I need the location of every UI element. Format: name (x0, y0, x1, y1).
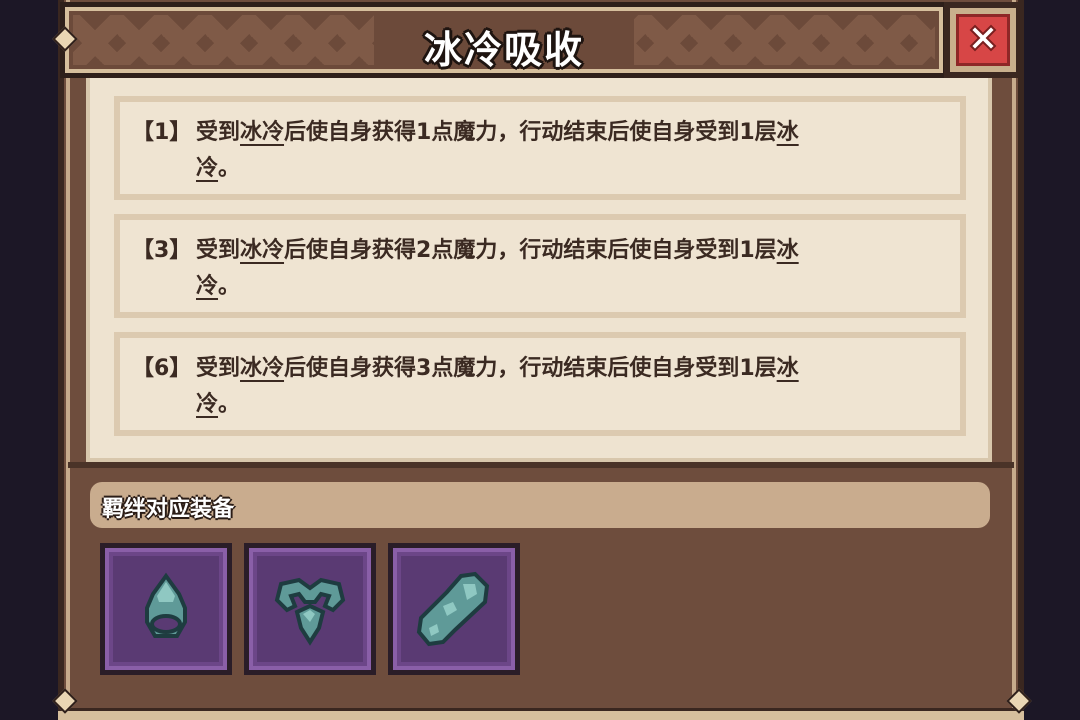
keyword-link[interactable]: 冰 (777, 238, 799, 263)
keyword-link[interactable]: 冰冷 (240, 120, 284, 145)
title-bar: 冰冷吸收 (60, 2, 948, 78)
equipment-slot-2[interactable] (244, 543, 376, 675)
effect-card-3: 【3】 受到冰冷后使自身获得2点魔力，行动结束后使自身受到1层冰 冷。 (114, 214, 966, 318)
equipment-slot-3[interactable] (388, 543, 520, 675)
keyword-link[interactable]: 冷 (196, 156, 218, 181)
keyword-link[interactable]: 冰 (777, 120, 799, 145)
keyword-link[interactable]: 冰冷 (240, 356, 284, 381)
close-button[interactable] (944, 2, 1022, 78)
keyword-link[interactable]: 冷 (196, 274, 218, 299)
effect-tier-tag: 【6】 (132, 356, 192, 381)
equipment-slot-1[interactable] (100, 543, 232, 675)
equipment-section-header: 羁绊对应装备 (90, 482, 990, 528)
keyword-link[interactable]: 冰 (777, 356, 799, 381)
effect-tier-tag: 【3】 (132, 238, 192, 263)
close-x-icon (966, 21, 1000, 59)
effect-line: 受到冰冷后使自身获得1点魔力，行动结束后使自身受到1层冰 (196, 120, 799, 145)
effect-card-1: 【1】 受到冰冷后使自身获得1点魔力，行动结束后使自身受到1层冰 冷。 (114, 96, 966, 200)
window-title: 冰冷吸收 (423, 28, 584, 72)
effect-line: 受到冰冷后使自身获得2点魔力，行动结束后使自身受到1层冰 (196, 238, 799, 263)
effect-line: 冷。 (196, 392, 241, 417)
keyword-link[interactable]: 冷 (196, 392, 218, 417)
keyword-link[interactable]: 冰冷 (240, 238, 284, 263)
effect-tier-tag: 【1】 (132, 120, 192, 145)
effect-line: 受到冰冷后使自身获得3点魔力，行动结束后使自身受到1层冰 (196, 356, 799, 381)
effect-line: 冷。 (196, 274, 241, 299)
effect-line: 冷。 (196, 156, 241, 181)
equipment-section-label: 羁绊对应装备 (102, 497, 235, 522)
section-divider (68, 462, 1014, 468)
panel-bottom-edge (58, 708, 1024, 720)
effect-card-6: 【6】 受到冰冷后使自身获得3点魔力，行动结束后使自身受到1层冰 冷。 (114, 332, 966, 436)
